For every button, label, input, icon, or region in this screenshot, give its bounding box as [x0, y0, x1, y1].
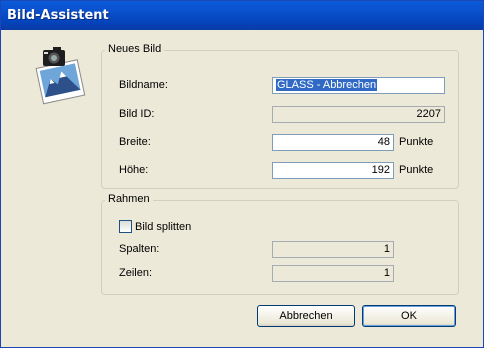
- bildname-field[interactable]: GLASS - Abbrechen: [272, 77, 445, 94]
- zeilen-label: Zeilen:: [119, 267, 153, 279]
- group-neues-bild-legend: Neues Bild: [105, 43, 165, 55]
- bildname-label: Bildname:: [119, 79, 168, 91]
- camera-photo-icon: [29, 44, 87, 106]
- dialog-window: Bild-Assistent Neues Bild Bildname: GLAS…: [0, 0, 484, 348]
- bild-id-field: 2207: [272, 106, 445, 123]
- title-bar[interactable]: Bild-Assistent: [1, 1, 483, 30]
- bildname-value: GLASS - Abbrechen: [276, 79, 378, 91]
- spalten-field: 1: [272, 241, 394, 258]
- breite-label: Breite:: [119, 136, 151, 148]
- ok-button[interactable]: OK: [362, 305, 456, 327]
- zeilen-field: 1: [272, 265, 394, 282]
- window-title: Bild-Assistent: [7, 8, 109, 23]
- hoehe-unit: Punkte: [399, 164, 434, 176]
- hoehe-label: Höhe:: [119, 164, 149, 176]
- breite-field[interactable]: 48: [272, 134, 394, 151]
- hoehe-field[interactable]: 192: [272, 162, 394, 179]
- group-rahmen-legend: Rahmen: [105, 193, 153, 205]
- breite-unit: Punkte: [399, 136, 434, 148]
- bild-splitten-checkbox[interactable]: [119, 220, 132, 233]
- spalten-label: Spalten:: [119, 243, 160, 255]
- bild-id-label: Bild ID:: [119, 108, 155, 120]
- cancel-button[interactable]: Abbrechen: [257, 305, 355, 327]
- bild-splitten-label[interactable]: Bild splitten: [135, 221, 191, 233]
